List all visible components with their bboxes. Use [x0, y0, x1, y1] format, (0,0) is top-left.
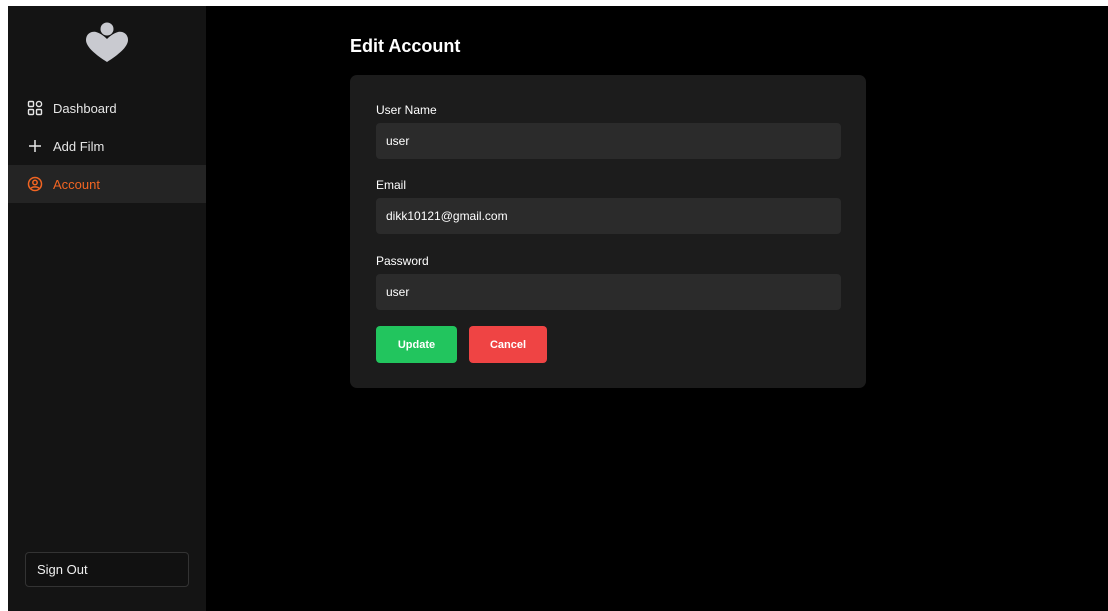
page-title: Edit Account	[350, 36, 461, 56]
app-window: Dashboard Add Film Account Sign Out Edit…	[8, 6, 1108, 611]
sign-out-button[interactable]: Sign Out	[25, 552, 189, 587]
sidebar-item-account[interactable]: Account	[8, 165, 206, 203]
user-circle-icon	[27, 176, 43, 192]
sidebar-item-add-film[interactable]: Add Film	[8, 127, 206, 165]
sidebar-nav: Dashboard Add Film Account	[8, 89, 206, 203]
main-content: Edit Account User Name Email Password Up…	[206, 6, 1108, 611]
sidebar-item-label: Dashboard	[53, 100, 117, 116]
grid-icon	[27, 100, 43, 116]
password-input[interactable]	[376, 274, 841, 310]
email-input[interactable]	[376, 198, 841, 234]
plus-icon	[27, 138, 43, 154]
heart-person-icon	[84, 22, 130, 64]
update-button[interactable]: Update	[376, 326, 457, 363]
email-label: Email	[376, 178, 407, 192]
username-label: User Name	[376, 103, 437, 117]
sidebar-item-label: Account	[53, 176, 100, 192]
cancel-button[interactable]: Cancel	[469, 326, 547, 363]
sidebar-item-label: Add Film	[53, 138, 105, 154]
sidebar-item-dashboard[interactable]: Dashboard	[8, 89, 206, 127]
edit-account-form: User Name Email Password Update Cancel	[350, 75, 866, 388]
sidebar: Dashboard Add Film Account Sign Out	[8, 6, 206, 611]
password-label: Password	[376, 254, 429, 268]
username-input[interactable]	[376, 123, 841, 159]
